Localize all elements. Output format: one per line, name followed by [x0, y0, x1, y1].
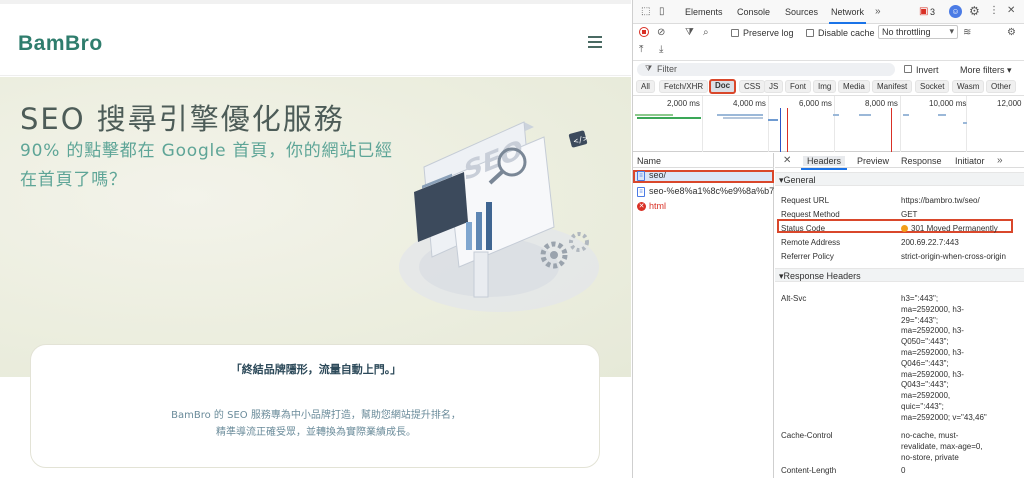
document-icon: ≡ [637, 187, 645, 197]
overview-tick: 2,000 ms [667, 99, 700, 108]
search-icon[interactable]: ⌕ [703, 27, 709, 39]
header-value-cache-control: no-cache, must- revalidate, max-age=0, n… [901, 431, 983, 462]
overview-grid-line [768, 96, 769, 152]
type-filter-css[interactable]: CSS [739, 80, 766, 93]
website-viewport: BamBro SEO 搜尋引擎優化服務 90% 的點擊都在 Google 首頁，… [0, 0, 631, 478]
request-row-seo-encoded[interactable]: ≡ seo-%e8%a1%8c%e9%8a%b7... [633, 186, 774, 199]
screen: BamBro SEO 搜尋引擎優化服務 90% 的點擊都在 Google 首頁，… [0, 0, 1024, 478]
site-header: BamBro [0, 8, 631, 76]
site-logo[interactable]: BamBro [18, 32, 103, 56]
hero-subtitle-line2: 在首頁了嗎？ [20, 170, 127, 190]
header-key-cache-control: Cache-Control [781, 431, 833, 440]
request-row-seo[interactable]: ≡ seo/ [633, 170, 774, 183]
overview-bar [717, 114, 763, 116]
overview-bar [635, 114, 673, 116]
overview-bar [723, 117, 763, 119]
overview-tick: 4,000 ms [733, 99, 766, 108]
tab-console[interactable]: Console [737, 7, 770, 17]
tab-elements[interactable]: Elements [685, 7, 723, 17]
hero-subtitle: 90% 的點擊都在 Google 首頁，你的網站已經 在首頁了嗎？ [20, 137, 400, 195]
header-key-alt-svc: Alt-Svc [781, 294, 807, 303]
hero-title: SEO 搜尋引擎優化服務 [20, 102, 345, 136]
card-headline: 「終結品牌隱形，流量自動上門。」 [230, 363, 402, 376]
seo-illustration: SEO </> [399, 121, 599, 312]
overview-grid-line [702, 96, 703, 152]
header-key-content-length: Content-Length [781, 466, 837, 475]
device-toolbar-icon[interactable]: ▯ [659, 6, 665, 18]
request-name: seo/ [649, 170, 667, 180]
request-name: html [649, 201, 667, 211]
export-har-icon[interactable]: ⤓ [659, 44, 663, 56]
filter-funnel-icon[interactable]: ⧩ [685, 27, 694, 39]
clear-icon[interactable]: ⊘ [657, 27, 665, 39]
request-name: seo-%e8%a1%8c%e9%8a%b7... [649, 186, 774, 196]
header-value-alt-svc: h3=":443"; ma=2592000, h3- 29=":443"; ma… [901, 294, 987, 422]
header-value-content-length: 0 [901, 466, 906, 475]
hero-subtitle-line1: 90% 的點擊都在 Google 首頁，你的網站已經 [20, 141, 393, 161]
request-list: Name ≡ seo/ ≡ seo-%e8%a1%8c%e9%8a%b7... … [633, 153, 774, 478]
type-filter-all[interactable]: All [636, 80, 655, 93]
hamburger-menu-icon[interactable] [588, 36, 602, 48]
devtools-panel: ⬚ ▯ Elements Console Sources Network » ▣… [632, 0, 1024, 478]
overview-bar [637, 117, 701, 119]
card-body-line1: BamBro 的 SEO 服務專為中小品牌打造，幫助您網站提升排名， [171, 410, 461, 421]
document-icon: ≡ [637, 171, 645, 181]
type-filter-doc[interactable]: Doc [709, 79, 737, 94]
import-har-icon[interactable]: ⤒ [639, 44, 643, 56]
record-stop-icon[interactable] [639, 27, 649, 37]
card-body-line2: 精準導流正確受眾，並轉換為實際業績成長。 [216, 427, 416, 438]
intro-card: 「終結品牌隱形，流量自動上門。」 BamBro 的 SEO 服務專為中小品牌打造… [30, 344, 600, 468]
inspect-element-icon[interactable]: ⬚ [641, 6, 650, 18]
card-body: BamBro 的 SEO 服務專為中小品牌打造，幫助您網站提升排名， 精準導流正… [31, 407, 601, 441]
name-column-header[interactable]: Name [633, 153, 774, 168]
filter-icon: ⧩ [645, 64, 653, 73]
error-icon: ✕ [637, 202, 646, 211]
filter-placeholder: Filter [657, 64, 677, 74]
request-row-html[interactable]: ✕ html [633, 201, 774, 214]
preserve-log-checkbox[interactable] [731, 29, 739, 37]
response-headers-section: Alt-Svc h3=":443"; ma=2592000, h3- 29=":… [775, 0, 1024, 478]
type-filter-fetch-xhr[interactable]: Fetch/XHR [659, 80, 709, 93]
